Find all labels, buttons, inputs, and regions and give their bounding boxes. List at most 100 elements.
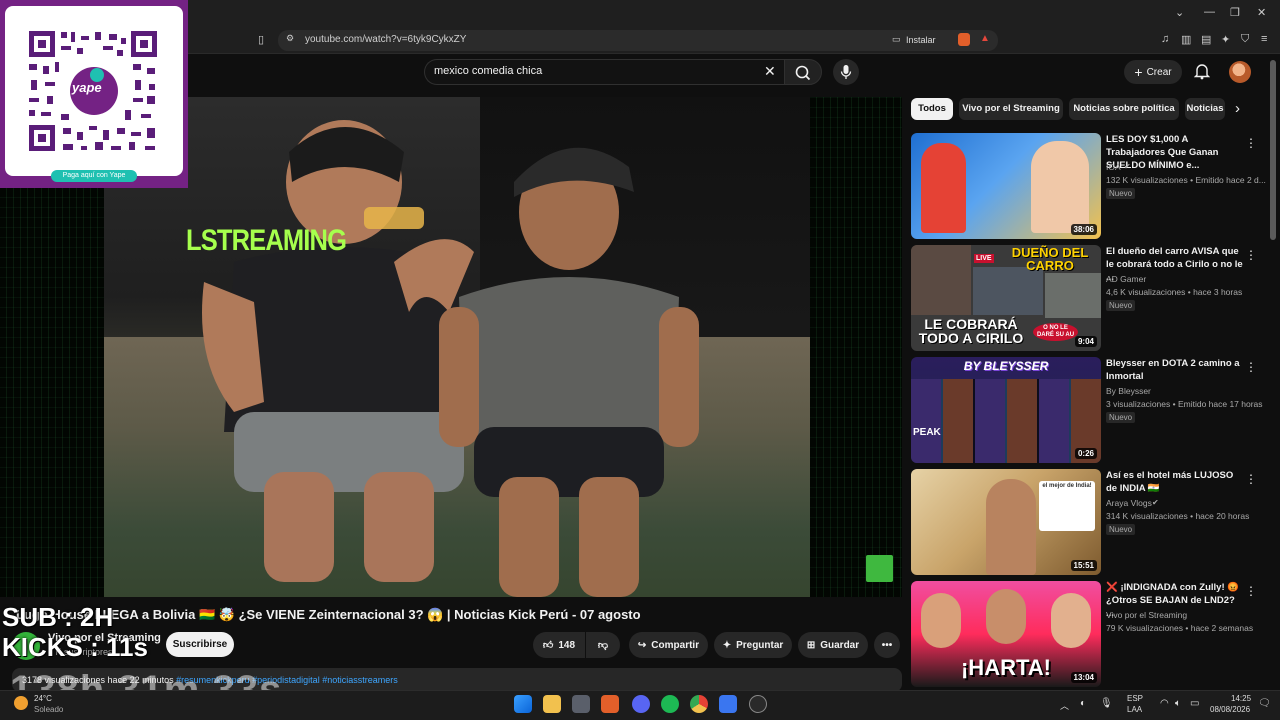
vpn-icon[interactable]: ⛉	[1241, 33, 1249, 46]
create-label: Crear	[1146, 66, 1172, 78]
search-query-text[interactable]: mexico comedia chica	[434, 65, 542, 77]
chrome-icon[interactable]	[690, 695, 708, 713]
duration-badge: 15:51	[1070, 560, 1097, 571]
search-button[interactable]	[784, 59, 822, 85]
rec-menu-icon[interactable]: ⋮	[1245, 248, 1257, 262]
weather-sun-icon[interactable]	[14, 696, 28, 710]
minimize-icon[interactable]: —	[1204, 6, 1215, 18]
store-icon[interactable]	[572, 695, 590, 713]
subscribe-button[interactable]: Suscribirse	[166, 632, 234, 657]
duration-badge: 0:26	[1074, 448, 1097, 459]
wifi-icon[interactable]: ◠	[1160, 698, 1169, 709]
thumb-grid	[911, 379, 1101, 463]
thumb-figure	[986, 589, 1026, 644]
rec-channel[interactable]: Araya Vlogs	[1106, 498, 1152, 508]
language-bottom[interactable]: LAA	[1127, 705, 1142, 714]
wallet-icon[interactable]: ▤	[1201, 33, 1211, 46]
share-button[interactable]: ↪ Compartir	[629, 632, 708, 658]
rec-menu-icon[interactable]: ⋮	[1245, 584, 1257, 598]
tab-list-icon[interactable]: ⌄	[1175, 6, 1184, 19]
notification-center-icon[interactable]: 🗨︎	[1258, 698, 1271, 709]
tray-mic-icon[interactable]: 🎙︎	[1100, 698, 1113, 709]
rec-channel[interactable]: By Bleysser	[1106, 386, 1151, 396]
clock-time[interactable]: 14:25	[1231, 694, 1251, 703]
rec-thumbnail[interactable]: ¡HARTA! 13:04	[911, 581, 1101, 687]
voice-search-button[interactable]	[833, 59, 859, 85]
brave-browser-icon[interactable]	[601, 695, 619, 713]
more-actions-button[interactable]: •••	[874, 632, 900, 658]
maximize-icon[interactable]: ❐	[1230, 6, 1240, 19]
rec-channel[interactable]: Vivo por el Streaming	[1106, 610, 1187, 620]
tray-chevron-icon[interactable]: ︿	[1060, 699, 1069, 712]
chip-politica[interactable]: Noticias sobre política	[1069, 98, 1179, 120]
clock-date[interactable]: 08/08/2026	[1210, 705, 1250, 714]
brave-shield-icon[interactable]	[958, 33, 970, 46]
save-button[interactable]: ⊞ Guardar	[798, 632, 868, 658]
install-button[interactable]: Instalar	[906, 35, 936, 45]
brave-rewards-icon[interactable]: ▲	[980, 33, 990, 44]
dislike-button[interactable]: 👎︎	[586, 632, 620, 658]
windows-start-icon[interactable]	[514, 695, 532, 713]
sparkle-icon: ✦	[722, 639, 732, 651]
like-count: 148	[558, 639, 576, 651]
bookmark-icon[interactable]: ▯	[258, 33, 264, 46]
chips-next-icon[interactable]: ›	[1235, 100, 1240, 117]
bell-icon	[1193, 64, 1211, 80]
weather-temp[interactable]: 24°C	[34, 694, 52, 703]
battery-icon[interactable]: ▭	[1190, 698, 1199, 709]
rec-menu-icon[interactable]: ⋮	[1245, 472, 1257, 486]
page-scrollbar[interactable]	[1270, 60, 1276, 240]
media-icon[interactable]: ♫	[1161, 33, 1169, 45]
rec-menu-icon[interactable]: ⋮	[1245, 136, 1257, 150]
install-icon[interactable]: ▭	[892, 34, 901, 45]
ask-button[interactable]: ✦ Preguntar	[714, 632, 792, 658]
duration-badge: 13:04	[1070, 672, 1097, 683]
file-explorer-icon[interactable]	[543, 695, 561, 713]
tray-app-icon[interactable]: ◐	[1080, 698, 1086, 709]
rec-thumbnail[interactable]: 38:06	[911, 133, 1101, 239]
create-button[interactable]: + Crear	[1124, 60, 1182, 84]
site-info-icon[interactable]: ⚙	[286, 33, 294, 44]
rec-menu-icon[interactable]: ⋮	[1245, 360, 1257, 374]
chip-noticias[interactable]: Noticias	[1185, 98, 1225, 120]
rec-channel[interactable]: AD Gamer	[1106, 274, 1146, 284]
thumb-caption: LE COBRARÁ TODO A CIRILO	[918, 316, 1024, 346]
rec-thumbnail[interactable]: BY BLEYSSER PEAK 0:26	[911, 357, 1101, 463]
close-window-icon[interactable]: ✕	[1257, 6, 1266, 19]
thumbs-up-icon: 👍︎	[542, 640, 554, 651]
browser-titlebar	[0, 0, 1280, 27]
weather-desc[interactable]: Soleado	[34, 705, 63, 714]
thumb-figure	[921, 143, 966, 233]
notifications-button[interactable]	[1193, 62, 1211, 85]
rec-thumbnail[interactable]: el mejor de India! 15:51	[911, 469, 1101, 575]
sidebar-icon[interactable]: ▥	[1181, 33, 1191, 46]
leo-ai-icon[interactable]: ✦	[1221, 33, 1230, 46]
clear-search-icon[interactable]: ✕	[764, 63, 776, 80]
avatar[interactable]	[1229, 61, 1251, 83]
discord-icon[interactable]	[632, 695, 650, 713]
save-label: Guardar	[820, 639, 860, 651]
menu-icon[interactable]: ≡	[1261, 33, 1267, 45]
rec-thumbnail[interactable]: LIVE DUEÑO DEL CARRO LE COBRARÁ TODO A C…	[911, 245, 1101, 351]
obs-icon[interactable]	[749, 695, 767, 713]
rec-channel[interactable]: IOA	[1106, 162, 1121, 172]
language-top[interactable]: ESP	[1127, 694, 1143, 703]
thumb-panel	[911, 245, 971, 315]
thumb-panel	[973, 267, 1043, 315]
url-text[interactable]: youtube.com/watch?v=6tyk9CykxZY	[305, 34, 466, 45]
microphone-icon	[840, 65, 852, 79]
rec-title[interactable]: Bleysser en DOTA 2 camino a Inmortal	[1106, 357, 1244, 383]
rec-meta: 314 K visualizaciones • hace 20 horas	[1106, 511, 1250, 521]
rec-meta: 3 visualizaciones • Emitido hace 17 hora…	[1106, 399, 1263, 409]
person-right	[439, 147, 699, 597]
video-frame	[104, 97, 810, 597]
chip-vivo-streaming[interactable]: Vivo por el Streaming	[959, 98, 1063, 120]
rec-title[interactable]: Así es el hotel más LUJOSO de INDIA 🇮🇳	[1106, 469, 1244, 495]
app-icon[interactable]	[719, 695, 737, 713]
volume-icon[interactable]: 🔈︎	[1175, 698, 1181, 709]
chip-todos[interactable]: Todos	[911, 98, 953, 120]
like-button[interactable]: 👍︎ 148	[533, 632, 585, 658]
spotify-icon[interactable]	[661, 695, 679, 713]
overlay-sub-counter: SUB : 2H	[2, 602, 114, 632]
share-label: Compartir	[651, 639, 700, 651]
